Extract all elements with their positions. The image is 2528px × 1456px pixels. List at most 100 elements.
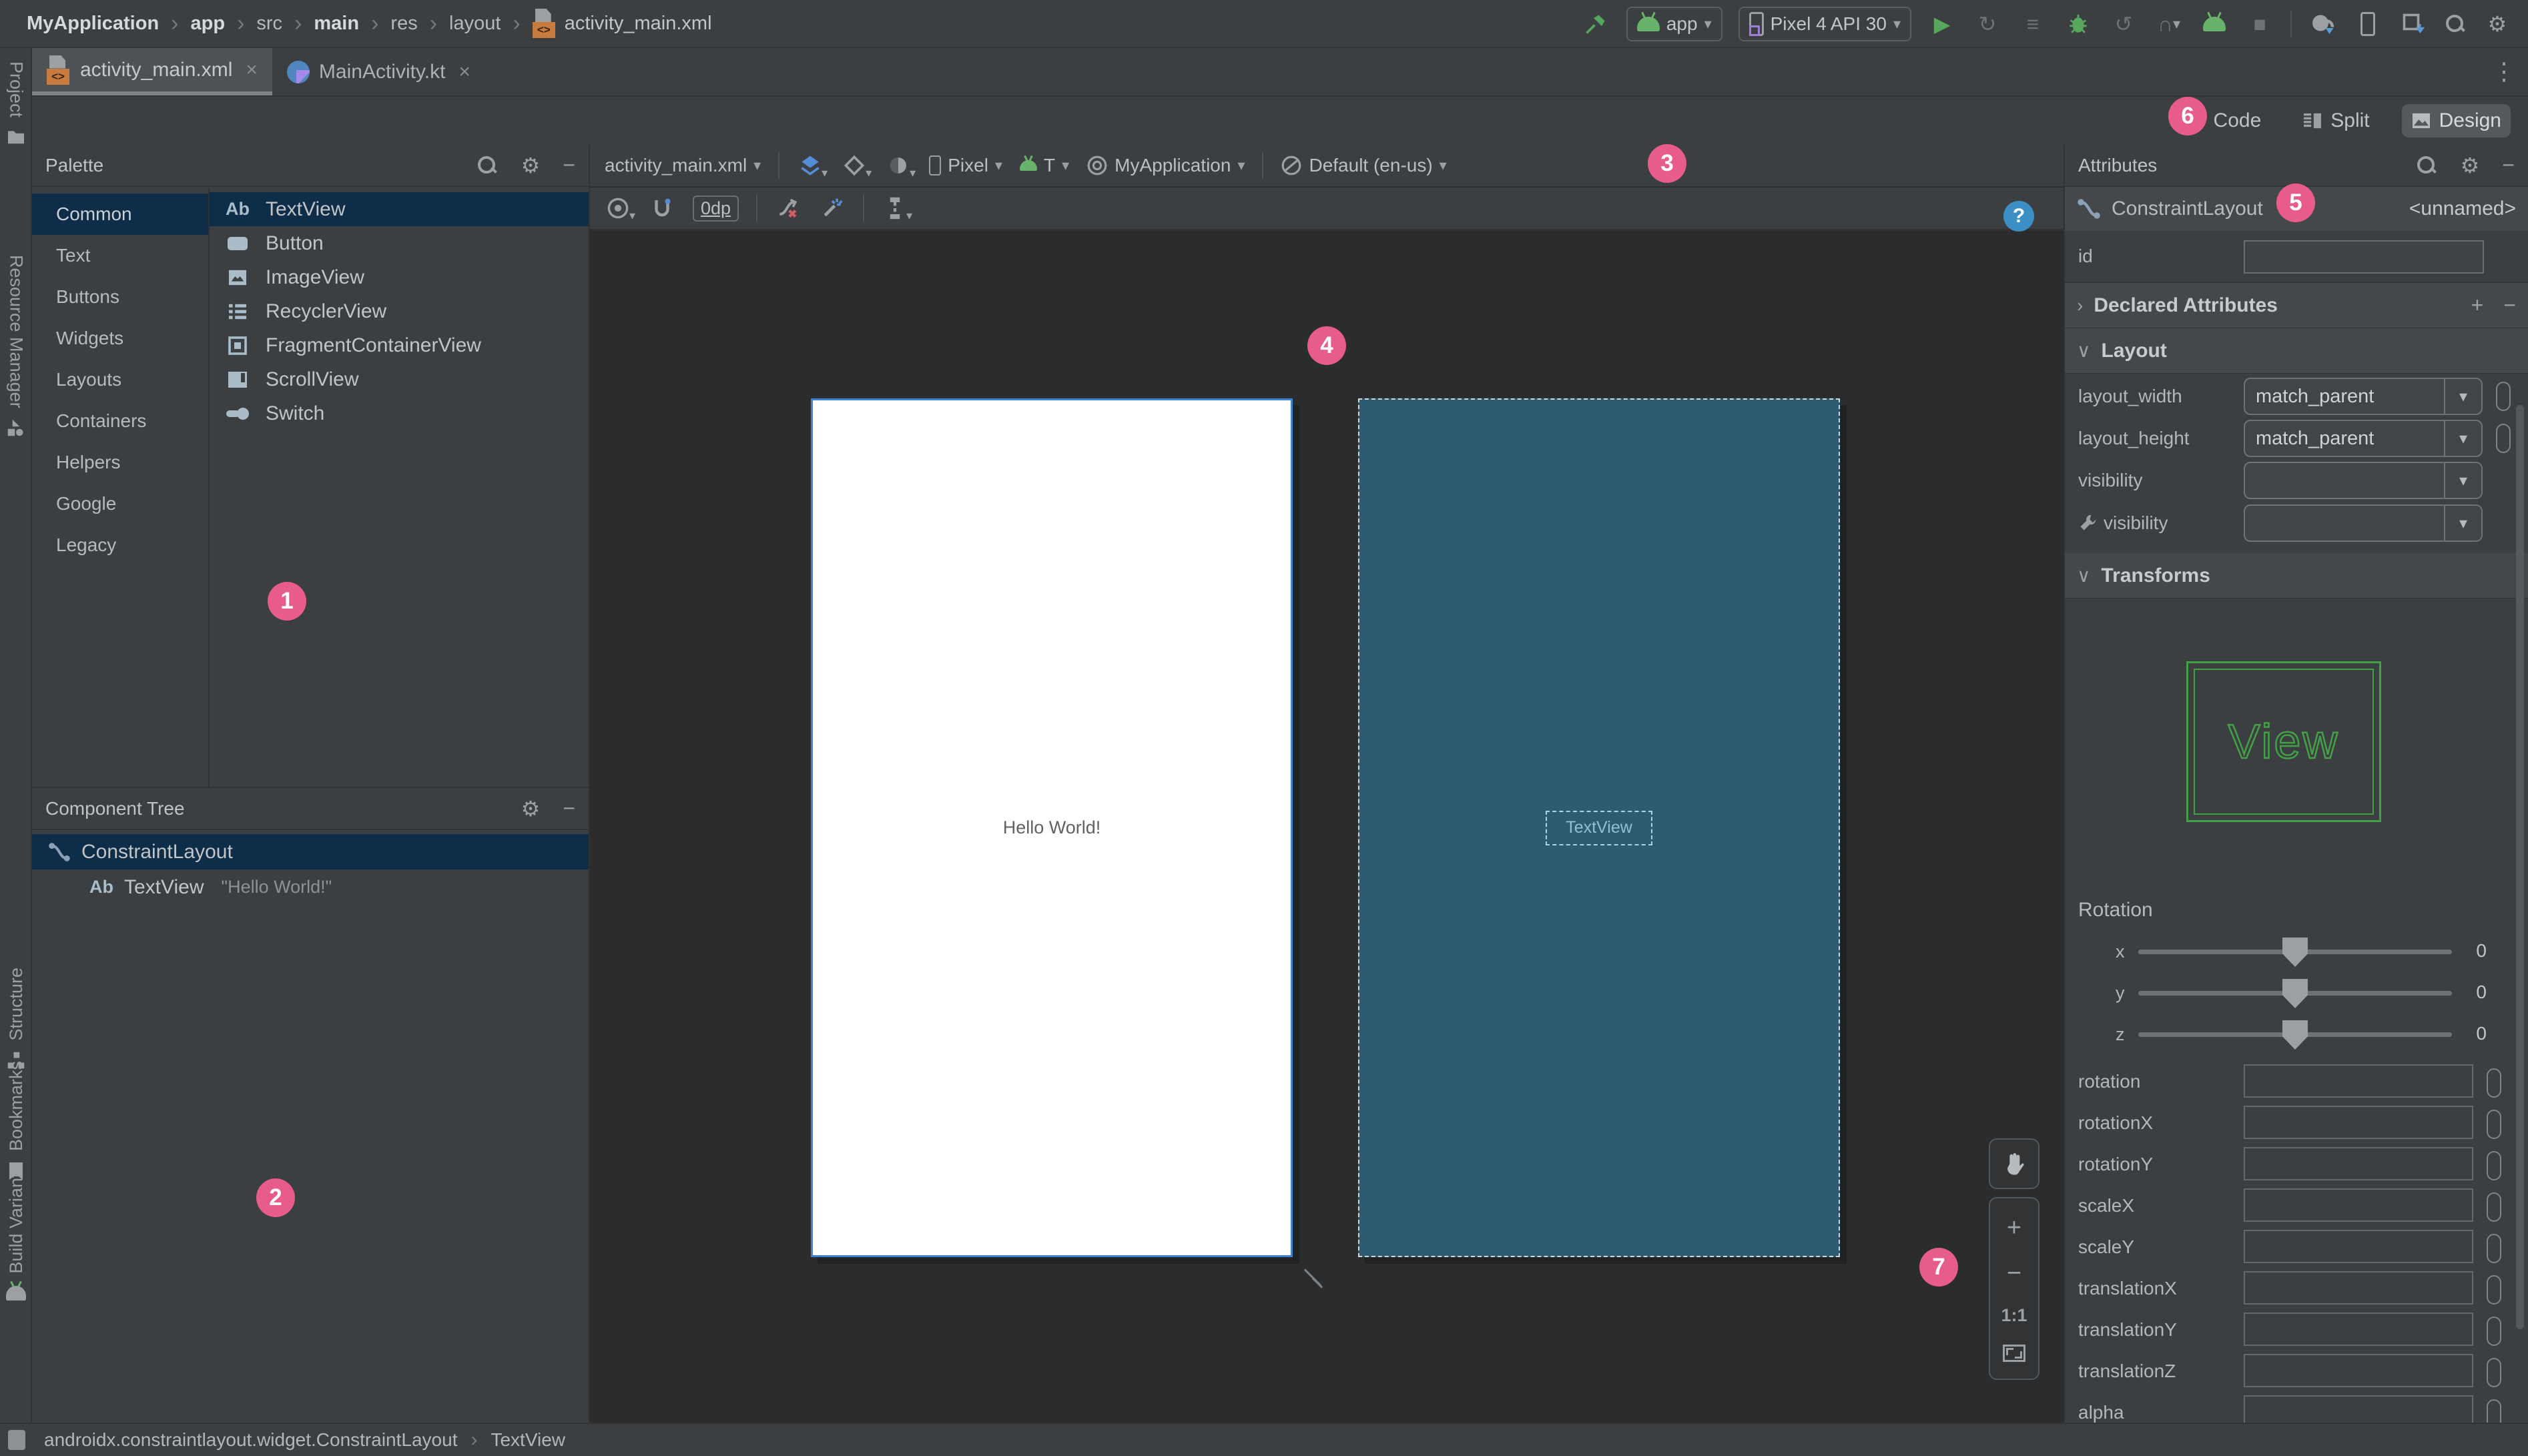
palette-item-button[interactable]: Button xyxy=(210,226,589,260)
palette-category[interactable]: Legacy xyxy=(32,524,208,566)
tools-attribute-toggle[interactable] xyxy=(2487,1068,2501,1098)
sidebar-item-project[interactable]: Project xyxy=(0,61,32,147)
tools-attribute-toggle[interactable] xyxy=(2487,1317,2501,1346)
tab-options-kebab-icon[interactable]: ⋮ xyxy=(2492,57,2516,85)
gradle-sync-icon[interactable] xyxy=(2308,9,2337,39)
attribute-input[interactable] xyxy=(2244,1106,2473,1139)
id-input[interactable] xyxy=(2244,240,2484,274)
gear-icon[interactable]: ⚙ xyxy=(521,796,541,821)
palette-item-imageview[interactable]: ImageView xyxy=(210,260,589,294)
slider-track[interactable] xyxy=(2138,979,2452,1008)
visibility-select[interactable]: ▾ xyxy=(2244,462,2483,499)
tab-main-activity-kt[interactable]: MainActivity.kt × xyxy=(272,48,485,95)
declared-attributes-section[interactable]: › Declared Attributes + − xyxy=(2065,283,2528,328)
guidelines-icon[interactable]: ▾ xyxy=(882,195,912,222)
layout-section[interactable]: ∨ Layout xyxy=(2065,328,2528,374)
palette-category[interactable]: Widgets xyxy=(32,318,208,359)
build-hammer-icon[interactable] xyxy=(1581,9,1610,39)
blueprint-textview[interactable]: TextView xyxy=(1546,810,1652,845)
slider-thumb[interactable] xyxy=(2282,979,2308,1008)
breadcrumb-item[interactable]: main xyxy=(314,13,359,35)
palette-category[interactable]: Google xyxy=(32,483,208,524)
palette-item-textview[interactable]: Ab TextView xyxy=(210,192,589,226)
clear-constraints-icon[interactable] xyxy=(775,195,802,222)
tools-attribute-toggle[interactable] xyxy=(2496,424,2511,453)
view-options-icon[interactable]: ▾ xyxy=(605,195,635,222)
attribute-input[interactable] xyxy=(2244,1395,2473,1423)
slider-track[interactable] xyxy=(2138,938,2452,967)
tools-attribute-toggle[interactable] xyxy=(2487,1399,2501,1423)
palette-category[interactable]: Common xyxy=(32,194,208,235)
tree-row-textview[interactable]: Ab TextView "Hello World!" xyxy=(32,869,589,905)
tree-row-constraintlayout[interactable]: ConstraintLayout xyxy=(32,834,589,869)
night-mode-icon[interactable]: ▾ xyxy=(885,152,916,179)
zoom-actual-size-button[interactable]: 1:1 xyxy=(2001,1306,2027,1325)
default-margin-button[interactable]: 0dp xyxy=(693,195,739,222)
slider-thumb[interactable] xyxy=(2282,938,2308,967)
design-blueprint-toggle-icon[interactable]: ▾ xyxy=(797,152,828,179)
apply-code-changes-icon[interactable]: ≡ xyxy=(2018,9,2047,39)
attribute-input[interactable] xyxy=(2244,1230,2473,1263)
palette-category[interactable]: Buttons xyxy=(32,276,208,318)
sidebar-item-bookmarks[interactable]: Bookmarks xyxy=(0,1061,32,1180)
search-icon[interactable] xyxy=(476,154,499,177)
status-component-path[interactable]: androidx.constraintlayout.widget.Constra… xyxy=(44,1429,457,1451)
sidebar-item-build-variants[interactable]: Build Variants xyxy=(0,1164,32,1303)
zoom-out-button[interactable]: − xyxy=(2007,1260,2021,1286)
tools-attribute-toggle[interactable] xyxy=(2487,1275,2501,1305)
design-view-phone[interactable]: Hello World! xyxy=(811,398,1293,1257)
device-select[interactable]: Pixel 4 API 30 ▾ xyxy=(1738,7,1911,41)
breadcrumb-item[interactable]: app xyxy=(191,13,226,35)
attribute-input[interactable] xyxy=(2244,1064,2473,1098)
theme-select[interactable]: MyApplication ▾ xyxy=(1086,155,1245,176)
palette-item-fragmentcontainerview[interactable]: FragmentContainerView xyxy=(210,328,589,362)
breadcrumb-item[interactable]: src xyxy=(256,13,282,35)
tools-attribute-toggle[interactable] xyxy=(2487,1234,2501,1263)
palette-category[interactable]: Containers xyxy=(32,400,208,442)
layout-height-select[interactable]: match_parent ▾ xyxy=(2244,420,2483,457)
run-configuration-select[interactable]: app ▾ xyxy=(1626,7,1722,41)
attribute-input[interactable] xyxy=(2244,1271,2473,1305)
hide-panel-icon[interactable]: − xyxy=(563,796,575,821)
sidebar-item-structure[interactable]: Structure xyxy=(0,968,32,1070)
tools-visibility-select[interactable]: ▾ xyxy=(2244,504,2483,542)
sidebar-item-resource-manager[interactable]: Resource Manager xyxy=(0,255,32,438)
locale-select[interactable]: Default (en-us) ▾ xyxy=(1281,155,1447,176)
palette-category[interactable]: Helpers xyxy=(32,442,208,483)
palette-category[interactable]: Text xyxy=(32,235,208,276)
device-for-preview-select[interactable]: Pixel ▾ xyxy=(929,155,1002,176)
settings-gear-icon[interactable]: ⚙ xyxy=(2483,9,2512,39)
device-manager-icon[interactable] xyxy=(2353,9,2383,39)
blueprint-view-phone[interactable]: TextView xyxy=(1358,398,1840,1257)
attach-debugger-icon[interactable]: ↺ xyxy=(2109,9,2138,39)
zoom-in-button[interactable]: + xyxy=(2007,1215,2021,1240)
infer-constraints-wand-icon[interactable] xyxy=(819,195,846,222)
canvas-resize-grip[interactable] xyxy=(1301,1264,1328,1291)
gear-icon[interactable]: ⚙ xyxy=(2461,153,2480,178)
transforms-section[interactable]: ∨ Transforms xyxy=(2065,553,2528,599)
stop-button[interactable]: ■ xyxy=(2245,9,2274,39)
sdk-manager-icon[interactable] xyxy=(2399,9,2428,39)
search-everywhere-icon[interactable] xyxy=(2444,13,2467,35)
attributes-scrollbar[interactable] xyxy=(2516,405,2524,1329)
close-icon[interactable]: × xyxy=(246,59,258,81)
view-mode-design[interactable]: Design xyxy=(2401,104,2511,137)
run-button[interactable]: ▶ xyxy=(1927,9,1957,39)
tools-attribute-toggle[interactable] xyxy=(2487,1151,2501,1180)
breadcrumb-item[interactable]: layout xyxy=(449,13,501,35)
apply-changes-restart-icon[interactable] xyxy=(2200,9,2229,39)
autoconnect-magnet-icon[interactable] xyxy=(649,195,675,222)
breadcrumb-item[interactable]: MyApplication xyxy=(27,13,159,35)
add-attribute-icon[interactable]: + xyxy=(2471,293,2484,318)
zoom-to-fit-button[interactable] xyxy=(2003,1344,2025,1362)
slider-track[interactable] xyxy=(2138,1020,2452,1050)
tab-activity-main-xml[interactable]: <> activity_main.xml × xyxy=(32,48,272,95)
status-selected-component[interactable]: TextView xyxy=(491,1429,565,1451)
breadcrumb-file[interactable]: <> activity_main.xml xyxy=(532,9,712,38)
palette-item-scrollview[interactable]: ScrollView xyxy=(210,362,589,396)
help-icon[interactable]: ? xyxy=(2003,201,2034,232)
tools-attribute-toggle[interactable] xyxy=(2496,382,2511,411)
attribute-input[interactable] xyxy=(2244,1188,2473,1222)
tools-attribute-toggle[interactable] xyxy=(2487,1192,2501,1222)
debug-button[interactable] xyxy=(2064,9,2093,39)
